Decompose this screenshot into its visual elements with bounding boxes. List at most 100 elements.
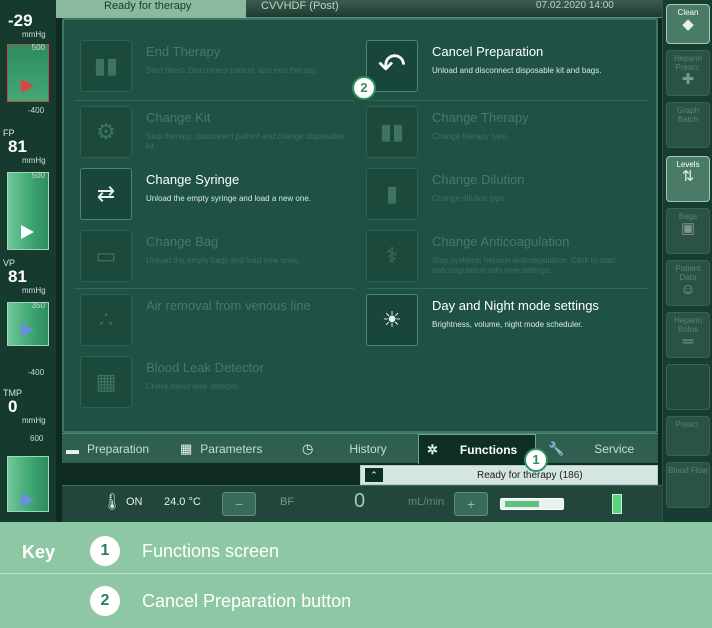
change-bag-item[interactable]: ▭ Change Bag Unload the empty bags and l… (72, 226, 358, 288)
change-syringe-title: Change Syringe (146, 172, 240, 187)
graph-batch-button[interactable]: Graph Batch (666, 102, 710, 148)
day-night-mode-title: Day and Night mode settings (432, 298, 599, 313)
end-therapy-icon: ▮▮ (80, 40, 132, 92)
key-label: Cancel Preparation button (142, 591, 352, 611)
change-kit-icon: ⚙ (80, 106, 132, 158)
key-number: 2 (90, 586, 120, 616)
cancel-preparation-item[interactable]: ↶ Cancel Preparation Unload and disconne… (358, 36, 644, 98)
filter-pressure-unit: mmHg (22, 156, 46, 165)
flow-unit: mL/min (408, 496, 445, 508)
change-therapy-item[interactable]: ▮▮ Change Therapy Change therapy type. (358, 102, 644, 164)
pressure-column: -29 mmHg 500 -400 FP 81 mmHg 500 VP 81 m… (0, 0, 56, 522)
callout-2: 2 (352, 76, 376, 100)
blank-button[interactable] (666, 364, 710, 410)
cancel-preparation-title: Cancel Preparation (432, 44, 544, 59)
bags-button[interactable]: Bags ▣ (666, 208, 710, 254)
heparin-bolus-button[interactable]: Heparin Bolus ═ (666, 312, 710, 358)
clean-button[interactable]: Clean ◆ (666, 4, 710, 44)
venous-tick-top: 350 (31, 301, 45, 310)
tab-parameters[interactable]: ▦ Parameters (180, 434, 300, 464)
key-legend: Key 1 Functions screen 2 Cancel Preparat… (0, 522, 712, 628)
patient-data-label: Patient Data (675, 264, 701, 282)
tmp-pressure-gauge (7, 456, 49, 512)
tab-service[interactable]: 🔧 Service (538, 434, 656, 464)
filter-pressure[interactable]: FP 81 mmHg (0, 128, 56, 165)
end-therapy-title: End Therapy (146, 44, 221, 59)
change-syringe-desc: Unload the empty syringe and load a new … (146, 194, 311, 203)
venous-pressure-value: 81 (8, 267, 27, 286)
filter-pressure-arrow (21, 225, 34, 239)
separator (74, 288, 354, 289)
tab-label: History (349, 442, 387, 456)
filter-pressure-value: 81 (8, 137, 27, 156)
blood-leak-desc: Check blood leak detector. (146, 382, 241, 391)
tab-label: Functions (459, 442, 518, 457)
tmp-pressure[interactable]: TMP 0 mmHg (0, 388, 56, 425)
air-removal-item[interactable]: ∴ Air removal from venous line (72, 290, 358, 352)
status-strip[interactable]: ⌃ Ready for therapy (186) (360, 465, 658, 485)
venous-pressure[interactable]: VP 81 mmHg (0, 258, 56, 295)
tab-label: Parameters (200, 442, 263, 456)
battery-icon (612, 494, 622, 514)
bf-label: BF (280, 496, 295, 508)
flow-value: 0 (354, 490, 366, 512)
day-night-mode-item[interactable]: ☀ Day and Night mode settings Brightness… (358, 290, 644, 352)
dilution-icon: ▮ (366, 168, 418, 220)
filter-pressure-gauge: 500 (7, 171, 49, 250)
change-dilution-item[interactable]: ▮ Change Dilution Change dilution type. (358, 164, 644, 226)
change-syringe-item[interactable]: ⇄ Change Syringe Unload the empty syring… (72, 164, 358, 226)
patient-data-button[interactable]: Patient Data ☺ (666, 260, 710, 306)
syringe-icon[interactable]: ⇄ (80, 168, 132, 220)
blood-flow-label: Blood Flow (668, 466, 708, 475)
prescr-button[interactable]: Prescr. (666, 416, 710, 456)
tab-functions[interactable]: ✲ Functions (418, 434, 536, 464)
bottom-bar: 🌡 ON 24.0 °C − BF 0 mL/min + (62, 485, 662, 522)
change-anticoagulation-title: Change Anticoagulation (432, 234, 570, 249)
calculator-icon: ▦ (180, 441, 193, 456)
bolus-icon: ═ (682, 333, 694, 350)
minus-button[interactable]: − (222, 492, 256, 516)
blood-leak-title: Blood Leak Detector (146, 360, 264, 375)
tab-history[interactable]: ◷ History (302, 434, 420, 464)
access-pressure-gauge: 500 (7, 43, 49, 102)
air-removal-icon: ∴ (80, 294, 132, 346)
tmp-tick-top: 600 (30, 434, 44, 443)
blood-flow-button[interactable]: Blood Flow (666, 462, 710, 508)
change-anticoagulation-item[interactable]: ⚕ Change Anticoagulation Stop systemic h… (358, 226, 644, 288)
tmp-pressure-value: 0 (8, 397, 18, 416)
levels-icon: ⇅ (681, 168, 695, 185)
change-kit-item[interactable]: ⚙ Change Kit Stop therapy, disconnect pa… (72, 102, 358, 164)
change-dilution-desc: Change dilution type. (432, 194, 508, 203)
therapy-mode-text: CVVHDF (Post) (261, 0, 339, 12)
tab-label: Preparation (87, 442, 150, 456)
chevron-up-icon[interactable]: ⌃ (365, 468, 383, 482)
tab-label: Service (594, 442, 635, 456)
device-screen: Ready for therapy CVVHDF (Post) 07.02.20… (0, 0, 712, 522)
date-time-text: 07.02.2020 14:00 (536, 0, 614, 11)
tab-preparation[interactable]: ▬ Preparation (66, 434, 176, 464)
key-label: Functions screen (142, 541, 280, 561)
syringe-fill (505, 501, 539, 507)
end-therapy-desc: Start tiltest. Disconnect patient, and e… (146, 66, 318, 75)
levels-button[interactable]: Levels ⇅ (666, 156, 710, 202)
change-bag-desc: Unload the empty bags and load new ones. (146, 256, 300, 265)
day-night-icon[interactable]: ☀ (366, 294, 418, 346)
venous-pressure-gauge: 350 (7, 301, 49, 346)
end-therapy-item[interactable]: ▮▮ End Therapy Start tiltest. Disconnect… (72, 36, 358, 98)
tmp-pressure-unit: mmHg (22, 416, 46, 425)
change-therapy-icon: ▮▮ (366, 106, 418, 158)
bags-icon: ▣ (680, 220, 696, 237)
plus-button[interactable]: + (454, 492, 488, 516)
access-tick-bottom: -400 (28, 106, 45, 115)
tab-bar: ▬ Preparation ▦ Parameters ◷ History ✲ F… (62, 433, 658, 464)
wrench-icon: 🔧 (548, 441, 565, 456)
bag-icon: ▭ (80, 230, 132, 282)
access-pressure[interactable]: -29 mmHg (0, 12, 56, 40)
blood-leak-item[interactable]: ▦ Blood Leak Detector Check blood leak d… (72, 352, 358, 414)
access-tick-top: 500 (31, 43, 45, 52)
thermometer-icon: 🌡 (102, 494, 123, 511)
access-pressure-arrow (21, 79, 34, 93)
filter-tick-top: 500 (31, 171, 45, 180)
heparin-prescr-button[interactable]: Heparin Prescr. ✚ (666, 50, 710, 96)
air-removal-title: Air removal from venous line (146, 298, 311, 313)
